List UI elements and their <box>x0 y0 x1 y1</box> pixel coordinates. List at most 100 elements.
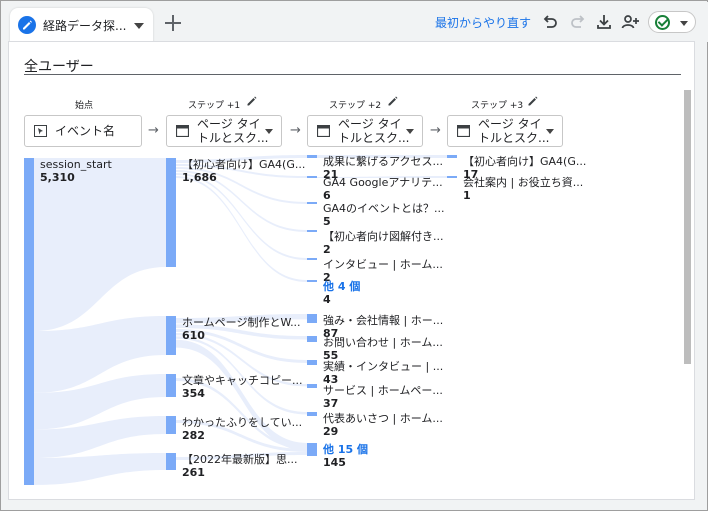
path-node-bar <box>166 316 176 355</box>
step1-dimension-line1: ページ タイ <box>197 117 261 131</box>
tab-title: 経路データ探... <box>43 19 127 33</box>
chevron-down-icon <box>680 21 688 26</box>
node-label: 【初心者向け】GA4(G... <box>463 154 586 168</box>
path-node-bar <box>447 176 457 178</box>
path-node-bar <box>307 360 317 365</box>
page-icon <box>176 125 189 137</box>
check-circle-icon <box>655 15 670 30</box>
start-point-label: 始点 <box>75 101 94 111</box>
node-value: 29 <box>323 425 338 438</box>
node-label: 実績・インタビュー | ... <box>323 359 443 373</box>
path-node-bar <box>307 384 317 388</box>
download-icon[interactable] <box>594 12 614 32</box>
path-node-bar <box>307 314 317 323</box>
path-node-bar <box>307 443 317 456</box>
step3-label: ステップ +3 <box>471 101 524 111</box>
node-value: 5,310 <box>40 171 75 184</box>
person-add-icon[interactable] <box>620 12 640 32</box>
chevron-down-icon <box>406 129 414 134</box>
node-label: 会社案内 | お役立ち資... <box>463 175 583 189</box>
window-frame: 経路データ探... 最初からやり直す 全ユーザー session_start 5… <box>0 0 708 511</box>
node-label: GA4 Googleアナリテ... <box>323 176 443 189</box>
step3-dimension-line2: トルとスク... <box>478 131 550 145</box>
path-node-bar <box>307 230 317 232</box>
chevron-down-icon[interactable] <box>134 23 144 29</box>
path-node-bar <box>307 202 317 204</box>
path-node-bar <box>166 453 176 470</box>
node-label: サービス | ホームペー... <box>323 384 443 397</box>
step1-dimension-line2: トルとスク... <box>197 131 269 145</box>
node-label: session_start <box>40 158 113 171</box>
node-label: 文章やキャッチコピー... <box>182 373 303 387</box>
node-label: 【初心者向け】GA4(G... <box>182 157 305 171</box>
node-label: GA4のイベントとは？... <box>323 202 445 215</box>
edit-pencil-icon[interactable] <box>387 95 399 107</box>
node-value: 145 <box>323 456 346 469</box>
step2-dimension-select[interactable]: ページ タイ トルとスク... <box>307 115 423 147</box>
node-value: 6 <box>323 189 331 202</box>
edit-pencil-icon[interactable] <box>527 95 539 107</box>
node-label: 【2022年最新版】思... <box>182 452 297 466</box>
step1-dimension-select[interactable]: ページ タイ トルとスク... <box>166 115 282 147</box>
edit-pencil-icon[interactable] <box>246 95 258 107</box>
exploration-tab[interactable]: 経路データ探... <box>10 8 153 44</box>
exploration-panel: 全ユーザー session_start 5,310 【初心者向け】GA4(G... 1… <box>8 41 695 500</box>
node-label: お問い合わせ | ホーム... <box>323 335 443 349</box>
node-label: 成果に繋げるアクセス... <box>323 154 443 168</box>
redo-icon[interactable] <box>568 12 588 32</box>
chevron-down-icon <box>546 129 554 134</box>
path-node-bar <box>447 155 457 158</box>
path-node-bar <box>307 412 317 416</box>
more-nodes-link[interactable]: 他 15 個 <box>322 442 368 456</box>
path-node-bar <box>166 416 176 434</box>
path-node-bar <box>307 155 317 158</box>
more-nodes-link[interactable]: 他 4 個 <box>322 279 360 293</box>
path-node-bar <box>166 158 176 267</box>
step2-label: ステップ +2 <box>329 101 382 111</box>
start-dimension-label: イベント名 <box>55 124 116 138</box>
node-label: インタビュー | ホーム... <box>323 258 443 271</box>
node-value: 282 <box>182 429 205 442</box>
node-value: 610 <box>182 329 205 342</box>
node-label: ホームページ制作とW... <box>182 316 301 329</box>
plus-icon[interactable] <box>161 11 185 35</box>
step2-dimension-line2: トルとスク... <box>338 131 410 145</box>
undo-icon[interactable] <box>540 12 560 32</box>
path-node-bar <box>166 374 176 397</box>
tab-bar: 経路データ探... 最初からやり直す <box>2 2 708 44</box>
node-value: 2 <box>323 243 331 256</box>
node-value: 4 <box>323 293 331 306</box>
arrow-right-icon: → <box>290 123 301 138</box>
page-icon <box>457 125 470 137</box>
node-value: 1 <box>463 189 471 202</box>
node-value: 261 <box>182 466 205 479</box>
node-label: 代表あいさつ | ホーム... <box>323 411 443 425</box>
step3-dimension-line1: ページ タイ <box>478 117 542 131</box>
node-label: 強み・会社情報 | ホー... <box>323 313 443 327</box>
scrollbar-thumb[interactable] <box>684 90 691 364</box>
node-label: わかったふりをしてい... <box>182 416 302 429</box>
cursor-click-icon <box>34 125 47 137</box>
status-dropdown[interactable] <box>648 11 696 33</box>
path-node-bar <box>307 280 317 282</box>
arrow-right-icon: → <box>148 123 159 138</box>
node-value: 5 <box>323 215 331 228</box>
step3-dimension-select[interactable]: ページ タイ トルとスク... <box>447 115 563 147</box>
node-label: 【初心者向け図解付き... <box>323 229 444 243</box>
chevron-down-icon <box>265 129 273 134</box>
pencil-icon <box>18 16 36 34</box>
step1-label: ステップ +1 <box>188 101 241 111</box>
path-node-bar <box>307 258 317 260</box>
node-value: 1,686 <box>182 171 217 184</box>
path-node-bar <box>307 176 317 178</box>
path-node-bar <box>24 158 34 485</box>
page-icon <box>317 125 330 137</box>
restart-link[interactable]: 最初からやり直す <box>435 14 531 31</box>
step2-dimension-line1: ページ タイ <box>338 117 402 131</box>
node-value: 354 <box>182 387 205 400</box>
start-dimension-select[interactable]: イベント名 <box>24 115 142 147</box>
flow-link <box>34 453 166 485</box>
path-node-bar <box>307 336 317 342</box>
node-value: 37 <box>323 397 338 410</box>
arrow-right-icon: → <box>430 123 441 138</box>
